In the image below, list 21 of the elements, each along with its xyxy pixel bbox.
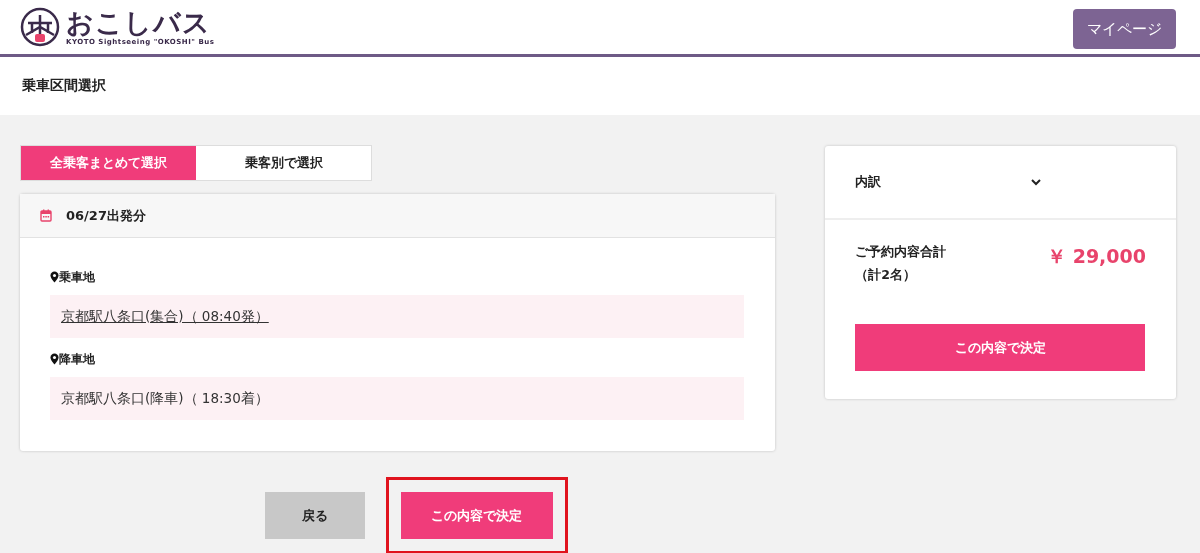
logo-text: おこしバス [66,8,212,38]
calendar-icon [40,209,52,222]
location-pin-icon [50,353,59,365]
tab[interactable]: 全乗客まとめて選択 [21,146,196,180]
confirm-button[interactable]: この内容で決定 [855,324,1146,371]
total-label: ご予約内容合計 [855,244,947,261]
section-label: 乗車地 [59,268,95,286]
logo-icon [20,7,60,47]
page-title: 乗車区間選択 [22,77,106,95]
confirm-button[interactable]: この内容で決定 [400,492,553,539]
stop-field[interactable]: 京都駅八条口(集合)（ 08:40発） [50,295,745,338]
departure-date: 06/27出発分 [66,206,146,225]
mypage-button[interactable]: マイページ [1073,9,1176,49]
chevron-icon[interactable] [1031,178,1042,186]
total-price: ￥ 29,000 [1047,244,1146,269]
stop-field[interactable]: 京都駅八条口(降車)（ 18:30着） [50,377,745,420]
breakdown-label: 内訳 [855,173,882,191]
back-button[interactable]: 戻る [264,492,365,539]
section-label: 降車地 [59,350,95,368]
passenger-count: （計2名） [855,267,917,284]
location-pin-icon [50,271,59,283]
